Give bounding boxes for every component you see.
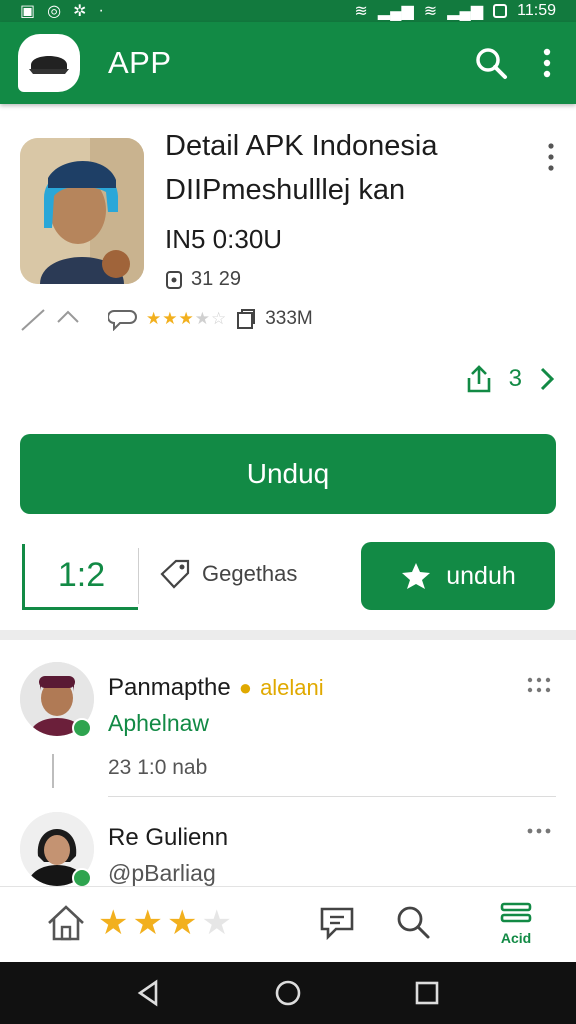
person-with-helmet-image	[20, 138, 144, 284]
divider	[138, 548, 139, 604]
app-notification-icon: ◎	[47, 3, 62, 20]
file-size: 333M	[265, 308, 313, 329]
shield-icon	[166, 270, 182, 289]
review-divider	[108, 796, 556, 797]
section-separator	[0, 630, 576, 640]
chevron-right-icon[interactable]	[538, 366, 556, 392]
chat-icon[interactable]	[318, 903, 356, 941]
home-circle-icon[interactable]	[273, 978, 303, 1008]
system-navigation-bar	[0, 962, 576, 1024]
share-count: 3	[508, 365, 522, 392]
settings-notification-icon: ✲	[73, 3, 87, 20]
battery-icon	[493, 4, 508, 18]
trend-icon	[21, 309, 79, 331]
rating-stars: ★★★★☆	[146, 309, 228, 328]
share-row: 3	[465, 364, 556, 394]
verified-badge-icon	[72, 868, 92, 888]
reviewer-name-row: Re Gulienn	[108, 824, 228, 852]
review-item: Re Gulienn @pBarliag	[0, 812, 576, 892]
app-logo[interactable]	[18, 34, 80, 92]
review-time: 23 1:0 nab	[108, 756, 207, 780]
tags-label: Gegethas	[202, 561, 298, 586]
notification-icon: ▣	[20, 3, 36, 20]
version-box: 1:2	[22, 544, 138, 610]
reviewer-name: Re Gulienn	[108, 824, 229, 851]
app-icon-image[interactable]	[20, 138, 144, 284]
app-bar: APP	[0, 22, 576, 104]
coin-icon: ●	[238, 675, 253, 700]
search-icon[interactable]	[474, 46, 508, 80]
bottom-rating-stars[interactable]: ★★★★	[98, 903, 236, 943]
signal-icon-2: ▂▄▆	[447, 3, 484, 20]
clock: 11:59	[517, 2, 556, 19]
star-icon	[402, 563, 431, 589]
app-title-line-2: DIIPmeshulllej kan	[165, 174, 406, 206]
reviewer-badge: alelani	[260, 675, 324, 700]
search-icon[interactable]	[394, 903, 432, 941]
overflow-menu-icon[interactable]	[542, 48, 552, 78]
review-time-count: 23	[108, 756, 132, 779]
file-size-icon	[237, 309, 256, 329]
app-title-line-1: Detail APK Indonesia	[165, 130, 438, 162]
status-bar: ▣ ◎ ✲ · ≋ ▂▄▆ ≋ ▂▄▆ 11:59	[0, 0, 576, 22]
wifi-icon: ≋	[354, 3, 368, 20]
review-more-icon[interactable]	[526, 676, 552, 696]
review-time-suffix: 1:0 nab	[137, 756, 208, 779]
wifi-icon-2: ≋	[423, 3, 438, 20]
card-overflow-icon[interactable]	[546, 142, 556, 172]
review-more-icon[interactable]	[526, 826, 552, 836]
tags[interactable]: Gegethas	[158, 558, 297, 590]
reviewer-name-row: Panmapthe ● alelani	[108, 674, 324, 702]
recents-icon[interactable]	[412, 978, 442, 1008]
download-count-value: 31 29	[191, 268, 242, 290]
app-title: APP	[108, 45, 172, 80]
app-detail-card: Detail APK Indonesia DIIPmeshulllej kan …	[0, 118, 576, 418]
verified-badge-icon	[72, 718, 92, 738]
stats-row: 1:2 Gegethas unduh	[0, 540, 576, 612]
comment-icon[interactable]	[108, 307, 138, 331]
share-icon[interactable]	[465, 364, 493, 394]
bottom-acc-label: Acid	[500, 930, 532, 946]
tag-icon	[160, 559, 190, 589]
unduh-label: unduh	[446, 561, 516, 590]
back-icon[interactable]	[134, 978, 164, 1008]
helmet-icon	[29, 56, 69, 74]
download-count: 31 29	[165, 268, 241, 291]
app-code: IN5 0:30U	[165, 224, 283, 254]
list-icon	[500, 902, 532, 923]
review-item: Panmapthe ● alelani Aphelnaw 23 1:0 nab	[0, 662, 576, 797]
bottom-acc-tab[interactable]: Acid	[494, 901, 538, 946]
signal-icon: ▂▄▆	[377, 3, 414, 20]
unduh-button[interactable]: unduh	[361, 542, 555, 610]
reviewer-handle[interactable]: @pBarliag	[108, 860, 216, 887]
reviewer-name: Panmapthe	[108, 674, 231, 701]
download-button[interactable]: Unduq	[20, 434, 556, 514]
reviewer-handle[interactable]: Aphelnaw	[108, 710, 209, 737]
thread-line	[52, 754, 54, 788]
home-icon[interactable]	[46, 903, 86, 943]
dot-icon: ·	[98, 2, 104, 19]
bottom-bar: ★★★★ Acid	[0, 886, 576, 962]
rating-row: ★★★★☆ 333M	[20, 306, 313, 332]
